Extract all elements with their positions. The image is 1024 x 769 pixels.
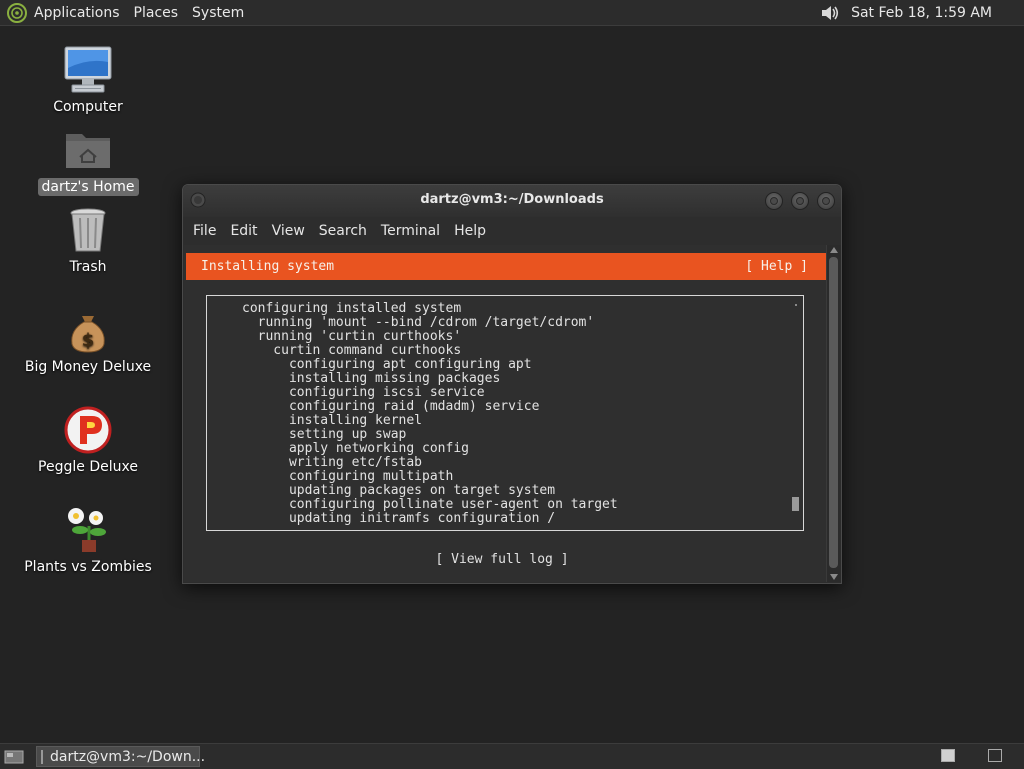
money-bag-icon: $ xyxy=(71,316,105,353)
log-line: configuring multipath xyxy=(242,469,454,484)
installer-header: Installing system [ Help ] xyxy=(186,253,826,280)
menu-file[interactable]: File xyxy=(193,223,216,239)
terminal-content[interactable]: Installing system [ Help ] configuring i… xyxy=(184,245,826,582)
help-button[interactable]: [ Help ] xyxy=(745,259,808,274)
log-line: configuring pollinate user-agent on targ… xyxy=(242,497,618,512)
log-line: curtin command curthooks xyxy=(242,343,462,358)
trash-icon xyxy=(70,208,106,252)
log-line: updating initramfs configuration / xyxy=(242,511,556,526)
peggle-icon xyxy=(64,406,112,454)
log-scrollbar[interactable] xyxy=(792,497,799,511)
log-scroll-marker xyxy=(795,304,797,306)
workspace-1[interactable] xyxy=(941,749,955,762)
desktop-icon-peggle-deluxe[interactable]: Peggle Deluxe xyxy=(28,404,148,476)
applications-menu[interactable]: Applications xyxy=(34,5,120,21)
terminal-menubar: File Edit View Search Terminal Help xyxy=(183,217,841,245)
terminal-scrollbar[interactable] xyxy=(826,245,841,582)
log-line: setting up swap xyxy=(242,427,407,442)
log-line: running 'curtin curthooks' xyxy=(242,329,462,344)
install-log: configuring installed system running 'mo… xyxy=(206,295,804,531)
menu-view[interactable]: View xyxy=(272,223,305,239)
scroll-up-icon[interactable] xyxy=(830,247,838,253)
workspace-2[interactable] xyxy=(988,749,1002,762)
maximize-button[interactable] xyxy=(791,192,809,210)
window-titlebar[interactable]: dartz@vm3:~/Downloads xyxy=(183,185,841,217)
svg-text:$: $ xyxy=(82,330,95,351)
log-line: configuring installed system xyxy=(242,301,462,316)
minimize-button[interactable] xyxy=(765,192,783,210)
places-menu[interactable]: Places xyxy=(134,5,179,21)
menu-help[interactable]: Help xyxy=(454,223,486,239)
show-desktop-icon[interactable] xyxy=(4,749,24,765)
window-title: dartz@vm3:~/Downloads xyxy=(420,192,604,207)
installer-title: Installing system xyxy=(201,259,335,274)
desktop-icon-label: Peggle Deluxe xyxy=(38,459,138,475)
log-line: configuring iscsi service xyxy=(242,385,485,400)
log-line: running 'mount --bind /cdrom /target/cdr… xyxy=(242,315,595,330)
desktop-icon-big-money-deluxe[interactable]: $ Big Money Deluxe xyxy=(25,304,151,376)
menu-terminal[interactable]: Terminal xyxy=(381,223,440,239)
desktop-icon-trash[interactable]: Trash xyxy=(28,204,148,276)
desktop-icon-plants-vs-zombies[interactable]: Plants vs Zombies xyxy=(24,504,152,576)
view-full-log-button[interactable]: [ View full log ] xyxy=(184,552,820,567)
taskbar-button-terminal[interactable]: dartz@vm3:~/Down... xyxy=(36,746,205,767)
desktop-icon-computer[interactable]: Computer xyxy=(28,44,148,116)
log-line: configuring raid (mdadm) service xyxy=(242,399,540,414)
plants-vs-zombies-icon xyxy=(68,508,106,552)
log-line: configuring apt configuring apt xyxy=(242,357,532,372)
log-line: installing missing packages xyxy=(242,371,501,386)
panel-tray: Sat Feb 18, 1:59 AM xyxy=(819,0,1024,25)
log-line: installing kernel xyxy=(242,413,423,428)
scrollbar-thumb[interactable] xyxy=(829,257,838,568)
distro-logo-icon[interactable] xyxy=(6,2,28,24)
taskbar-button-label: dartz@vm3:~/Down... xyxy=(50,748,206,765)
desktop-icon-label: Trash xyxy=(69,259,107,275)
log-line: apply networking config xyxy=(242,441,469,456)
home-folder-icon xyxy=(66,134,110,168)
log-line: updating packages on target system xyxy=(242,483,556,498)
desktop-icon-label: Computer xyxy=(53,99,123,115)
log-line: writing etc/fstab xyxy=(242,455,423,470)
computer-icon xyxy=(64,46,112,93)
clock[interactable]: Sat Feb 18, 1:59 AM xyxy=(851,5,992,21)
desktop-icon-label: Plants vs Zombies xyxy=(24,559,152,575)
bottom-panel: dartz@vm3:~/Down... xyxy=(0,743,1024,769)
volume-icon[interactable] xyxy=(819,2,841,24)
close-button[interactable] xyxy=(817,192,835,210)
desktop-icon-label: dartz's Home xyxy=(37,178,139,196)
terminal-window: dartz@vm3:~/Downloads File Edit View Sea… xyxy=(182,184,842,584)
scroll-down-icon[interactable] xyxy=(830,574,838,580)
terminal-icon xyxy=(41,749,43,764)
menu-search[interactable]: Search xyxy=(319,223,367,239)
system-menu[interactable]: System xyxy=(192,5,244,21)
menu-edit[interactable]: Edit xyxy=(230,223,257,239)
desktop-icon-home[interactable]: dartz's Home xyxy=(28,124,148,196)
desktop-icon-label: Big Money Deluxe xyxy=(24,359,152,375)
top-panel: Applications Places System Sat Feb 18, 1… xyxy=(0,0,1024,26)
